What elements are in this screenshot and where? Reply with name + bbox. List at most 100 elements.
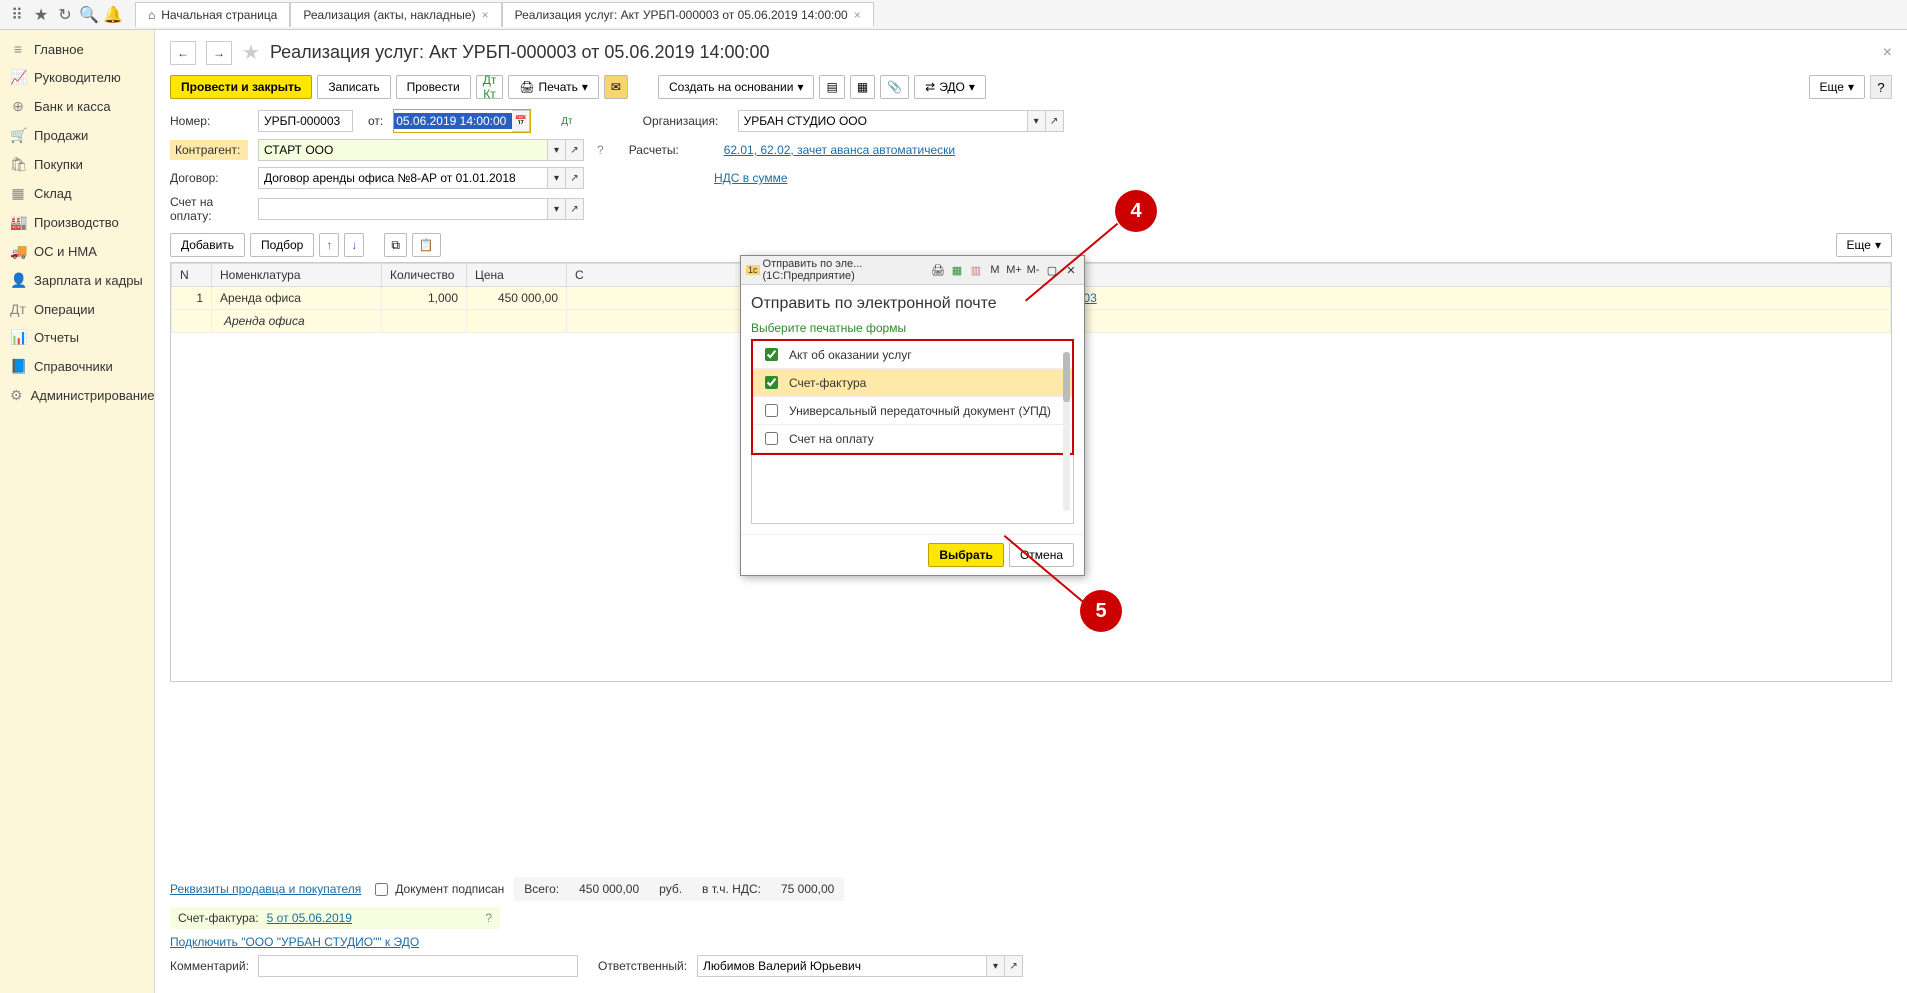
contragent-input[interactable] bbox=[258, 139, 548, 161]
dropdown-icon[interactable]: ▾ bbox=[548, 167, 566, 189]
save-button[interactable]: Записать bbox=[317, 75, 390, 99]
tab-home[interactable]: ⌂Начальная страница bbox=[135, 2, 290, 27]
sidebar-item-assets[interactable]: 🚚ОС и НМА bbox=[0, 237, 154, 266]
checkbox[interactable] bbox=[765, 404, 778, 417]
dt-small-icon[interactable]: Дт bbox=[561, 116, 572, 127]
tab-sales-list[interactable]: Реализация (акты, накладные)× bbox=[290, 2, 501, 27]
sidebar-item-manager[interactable]: 📈Руководителю bbox=[0, 63, 154, 92]
number-input[interactable] bbox=[258, 110, 353, 132]
close-icon[interactable]: × bbox=[482, 8, 489, 22]
check-item-act[interactable]: Акт об оказании услуг bbox=[753, 341, 1072, 369]
create-based-button[interactable]: Создать на основании▾ bbox=[658, 75, 815, 99]
col-n[interactable]: N bbox=[172, 264, 212, 287]
favorite-icon[interactable]: ★ bbox=[242, 40, 260, 65]
open-icon[interactable]: ↗ bbox=[566, 167, 584, 189]
move-up-button[interactable]: ↑ bbox=[319, 233, 339, 257]
open-icon[interactable]: ↗ bbox=[1046, 110, 1064, 132]
page-title: Реализация услуг: Акт УРБП-000003 от 05.… bbox=[270, 42, 770, 63]
apps-icon[interactable]: ⠿ bbox=[5, 3, 29, 27]
open-icon[interactable]: ↗ bbox=[566, 139, 584, 161]
paste-button[interactable]: 📋 bbox=[412, 233, 441, 257]
table-more-button[interactable]: Еще▾ bbox=[1836, 233, 1892, 257]
sf-link[interactable]: 5 от 05.06.2019 bbox=[267, 911, 352, 925]
settlements-link[interactable]: 62.01, 62.02, зачет аванса автоматически bbox=[724, 143, 955, 157]
search-icon[interactable]: 🔍 bbox=[77, 3, 101, 27]
sidebar-item-main[interactable]: ≡Главное bbox=[0, 35, 154, 63]
nav-back-button[interactable]: ← bbox=[170, 41, 196, 65]
contract-input[interactable] bbox=[258, 167, 548, 189]
help-small-button[interactable]: ? bbox=[485, 911, 492, 925]
checkbox[interactable] bbox=[765, 348, 778, 361]
dropdown-icon[interactable]: ▾ bbox=[548, 198, 566, 220]
check-item-invoice[interactable]: Счет-фактура bbox=[753, 369, 1072, 397]
responsible-input[interactable] bbox=[697, 955, 987, 977]
pick-button[interactable]: Подбор bbox=[250, 233, 314, 257]
sidebar-item-sales[interactable]: 🛒Продажи bbox=[0, 121, 154, 150]
book-icon: 📘 bbox=[10, 358, 26, 375]
edo-connect-link[interactable]: Подключить "ООО "УРБАН СТУДИО"" к ЭДО bbox=[170, 935, 419, 949]
scrollbar[interactable] bbox=[1063, 352, 1070, 511]
checkbox[interactable] bbox=[765, 432, 778, 445]
add-button[interactable]: Добавить bbox=[170, 233, 245, 257]
col-nom[interactable]: Номенклатура bbox=[212, 264, 382, 287]
sidebar-item-reports[interactable]: 📊Отчеты bbox=[0, 323, 154, 352]
checkbox[interactable] bbox=[765, 376, 778, 389]
date-input[interactable]: 05.06.2019 14:00:00 bbox=[394, 113, 512, 129]
sidebar-item-admin[interactable]: ⚙Администрирование bbox=[0, 381, 154, 410]
move-down-button[interactable]: ↓ bbox=[344, 233, 364, 257]
attach-button[interactable]: 📎 bbox=[880, 75, 909, 99]
sidebar-item-operations[interactable]: ДтОперации bbox=[0, 295, 154, 323]
more-button[interactable]: Еще▾ bbox=[1809, 75, 1865, 99]
close-icon[interactable]: × bbox=[854, 8, 861, 22]
sidebar-item-directories[interactable]: 📘Справочники bbox=[0, 352, 154, 381]
calendar-icon[interactable]: ▥ bbox=[968, 262, 984, 278]
sidebar-item-warehouse[interactable]: ▦Склад bbox=[0, 179, 154, 208]
nds-link[interactable]: НДС в сумме bbox=[714, 171, 788, 185]
m-plus-button[interactable]: M+ bbox=[1006, 262, 1022, 278]
dropdown-icon[interactable]: ▾ bbox=[1028, 110, 1046, 132]
calendar-icon[interactable]: 📅 bbox=[512, 110, 530, 132]
select-button[interactable]: Выбрать bbox=[928, 543, 1004, 567]
help-small-button[interactable]: ? bbox=[597, 143, 604, 157]
modal-titlebar[interactable]: 1c Отправить по эле... (1С:Предприятие) … bbox=[741, 256, 1084, 285]
open-icon[interactable]: ↗ bbox=[566, 198, 584, 220]
dropdown-icon[interactable]: ▾ bbox=[548, 139, 566, 161]
sidebar-item-salary[interactable]: 👤Зарплата и кадры bbox=[0, 266, 154, 295]
open-icon[interactable]: ↗ bbox=[1005, 955, 1023, 977]
doc-signed-checkbox[interactable]: Документ подписан bbox=[371, 880, 504, 899]
requisites-link[interactable]: Реквизиты продавца и покупателя bbox=[170, 882, 361, 896]
print-icon[interactable]: 🖨 bbox=[930, 262, 946, 278]
check-item-upd[interactable]: Универсальный передаточный документ (УПД… bbox=[753, 397, 1072, 425]
sidebar-item-purchases[interactable]: 🛍Покупки bbox=[0, 150, 154, 179]
copy-button[interactable]: ⧉ bbox=[384, 233, 407, 257]
bell-icon[interactable]: 🔔 bbox=[101, 3, 125, 27]
check-item-bill[interactable]: Счет на оплату bbox=[753, 425, 1072, 453]
m-button[interactable]: M bbox=[987, 262, 1003, 278]
sidebar-item-bank[interactable]: ⊕Банк и касса bbox=[0, 92, 154, 121]
m-minus-button[interactable]: M- bbox=[1025, 262, 1041, 278]
help-button[interactable]: ? bbox=[1870, 75, 1892, 99]
email-button[interactable]: ✉ bbox=[604, 75, 628, 99]
comment-input[interactable] bbox=[258, 955, 578, 977]
calc-icon[interactable]: ▦ bbox=[949, 262, 965, 278]
invoice-input[interactable] bbox=[258, 198, 548, 220]
history-icon[interactable]: ↻ bbox=[53, 3, 77, 27]
print-button[interactable]: 🖨Печать▾ bbox=[508, 75, 599, 99]
contract-label: Договор: bbox=[170, 171, 248, 185]
list-button[interactable]: ▤ bbox=[819, 75, 844, 99]
col-qty[interactable]: Количество bbox=[382, 264, 467, 287]
org-input[interactable] bbox=[738, 110, 1028, 132]
star-icon[interactable]: ★ bbox=[29, 3, 53, 27]
post-close-button[interactable]: Провести и закрыть bbox=[170, 75, 312, 99]
bank-icon: ⊕ bbox=[10, 98, 26, 115]
struct-button[interactable]: ▦ bbox=[850, 75, 875, 99]
col-price[interactable]: Цена bbox=[467, 264, 567, 287]
nav-forward-button[interactable]: → bbox=[206, 41, 232, 65]
sidebar-item-production[interactable]: 🏭Производство bbox=[0, 208, 154, 237]
edo-button[interactable]: ⇄ЭДО▾ bbox=[914, 75, 986, 99]
dropdown-icon[interactable]: ▾ bbox=[987, 955, 1005, 977]
close-page-icon[interactable]: × bbox=[1883, 44, 1892, 62]
tab-document[interactable]: Реализация услуг: Акт УРБП-000003 от 05.… bbox=[502, 2, 874, 27]
post-button[interactable]: Провести bbox=[396, 75, 471, 99]
dt-kt-button[interactable]: ДтКт bbox=[476, 75, 504, 99]
